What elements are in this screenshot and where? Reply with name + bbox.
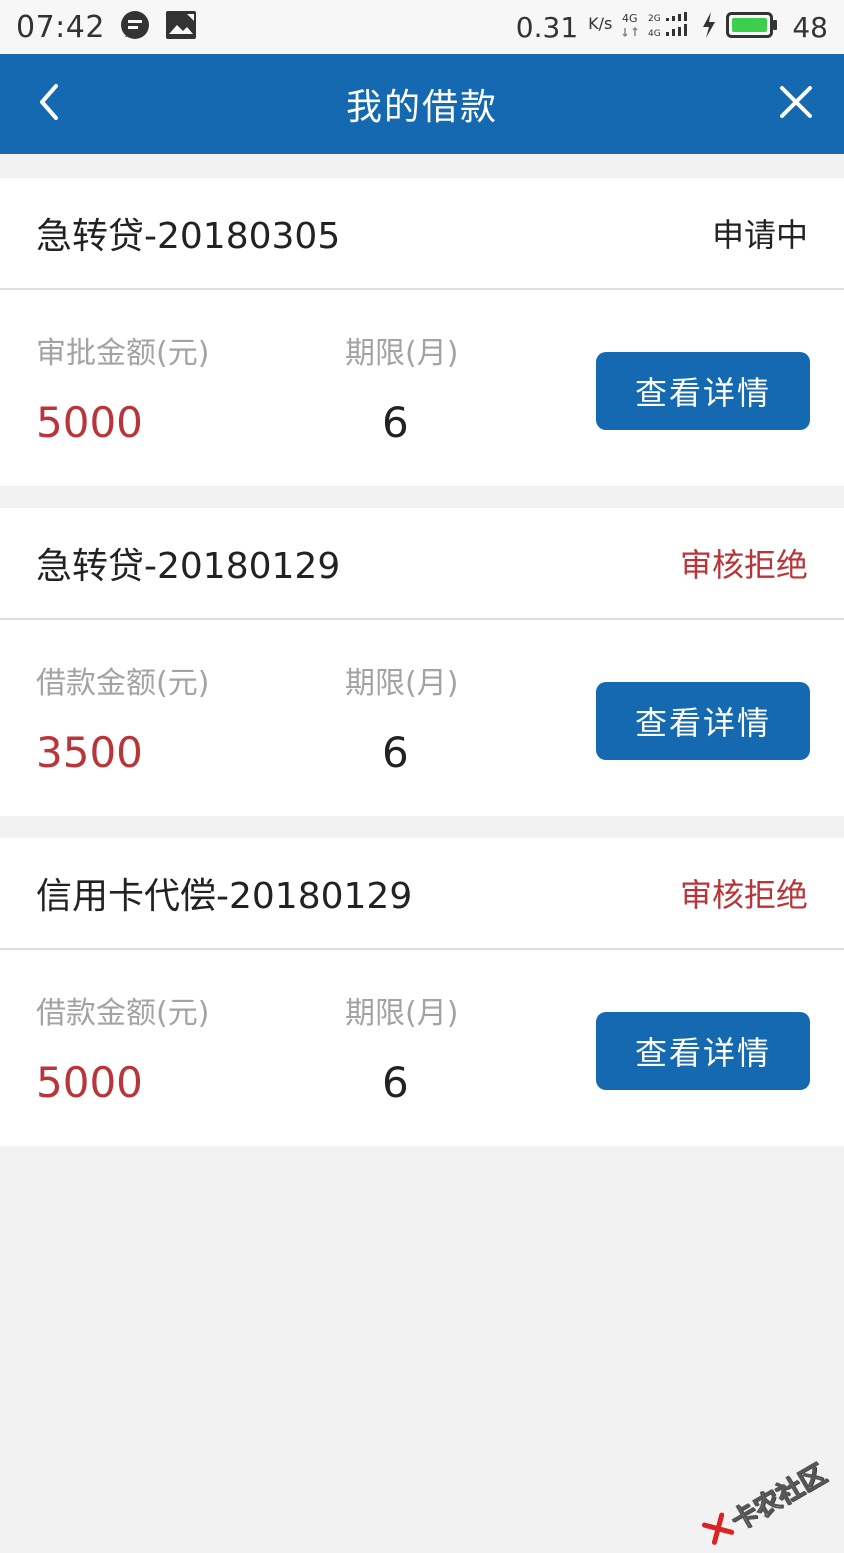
loan-card-header: 信用卡代偿-20180129 审核拒绝: [0, 838, 844, 950]
status-time: 07:42: [16, 9, 105, 45]
battery-level: 48: [792, 10, 828, 44]
amount-label: 借款金额(元): [36, 666, 210, 701]
loan-card-header: 急转贷-20180305 申请中: [0, 178, 844, 290]
svg-text:2G: 2G: [648, 14, 661, 24]
net-speed-unit: K/s: [588, 14, 613, 33]
loan-status: 申请中: [711, 216, 808, 254]
loan-card: 信用卡代偿-20180129 审核拒绝 借款金额(元) 5000 期限(月) 6…: [0, 838, 844, 1146]
view-details-button[interactable]: 查看详情: [596, 682, 810, 760]
loan-card: 急转贷-20180305 申请中 审批金额(元) 5000 期限(月) 6 查看…: [0, 178, 844, 486]
amount-value: 5000: [36, 398, 143, 447]
image-notification-icon: [165, 10, 197, 44]
loan-title: 急转贷-20180129: [36, 546, 341, 587]
loan-card: 急转贷-20180129 审核拒绝 借款金额(元) 3500 期限(月) 6 查…: [0, 508, 844, 816]
battery-icon: [726, 11, 778, 43]
status-bar: 07:42 0.31 K/s 4G 2G 4G 48: [0, 0, 844, 54]
term-label: 期限(月): [345, 666, 459, 701]
amount-value: 3500: [36, 728, 143, 777]
network-4g-icon: 4G: [620, 10, 644, 44]
signal-icon: 2G 4G: [648, 10, 692, 44]
app-header: 我的借款: [0, 54, 844, 154]
page-title: 我的借款: [345, 87, 498, 128]
loan-status: 审核拒绝: [679, 546, 808, 584]
view-details-button[interactable]: 查看详情: [596, 352, 810, 430]
loan-title: 信用卡代偿-20180129: [36, 876, 413, 917]
message-icon: [119, 9, 151, 45]
term-label: 期限(月): [345, 336, 459, 371]
charging-icon: [700, 10, 718, 44]
svg-text:4G: 4G: [622, 12, 638, 25]
network-indicators: 4G 2G 4G: [620, 10, 692, 44]
loan-card-header: 急转贷-20180129 审核拒绝: [0, 508, 844, 620]
loan-title: 急转贷-20180305: [36, 216, 341, 257]
term-label: 期限(月): [345, 996, 459, 1031]
loan-card-body: 借款金额(元) 3500 期限(月) 6 查看详情: [0, 620, 844, 816]
amount-value: 5000: [36, 1058, 143, 1107]
watermark: 卡农社区: [697, 1454, 832, 1553]
amount-label: 审批金额(元): [36, 336, 210, 371]
amount-label: 借款金额(元): [36, 996, 210, 1031]
net-speed: 0.31: [515, 10, 579, 44]
loan-status: 审核拒绝: [679, 876, 808, 914]
view-details-button[interactable]: 查看详情: [596, 1012, 810, 1090]
close-button[interactable]: [776, 84, 816, 124]
back-button[interactable]: [28, 84, 68, 124]
term-value: 6: [382, 728, 409, 777]
close-icon: [778, 84, 814, 124]
chevron-left-icon: [36, 82, 60, 126]
svg-text:4G: 4G: [648, 29, 661, 39]
status-left-icons: [119, 9, 197, 45]
loan-list: 急转贷-20180305 申请中 审批金额(元) 5000 期限(月) 6 查看…: [0, 154, 844, 1146]
status-right: 0.31 K/s 4G 2G 4G 48: [516, 10, 828, 44]
term-value: 6: [382, 1058, 409, 1107]
loan-card-body: 借款金额(元) 5000 期限(月) 6 查看详情: [0, 950, 844, 1146]
watermark-text: 卡农社区: [726, 1459, 832, 1538]
loan-card-body: 审批金额(元) 5000 期限(月) 6 查看详情: [0, 290, 844, 486]
term-value: 6: [382, 398, 409, 447]
